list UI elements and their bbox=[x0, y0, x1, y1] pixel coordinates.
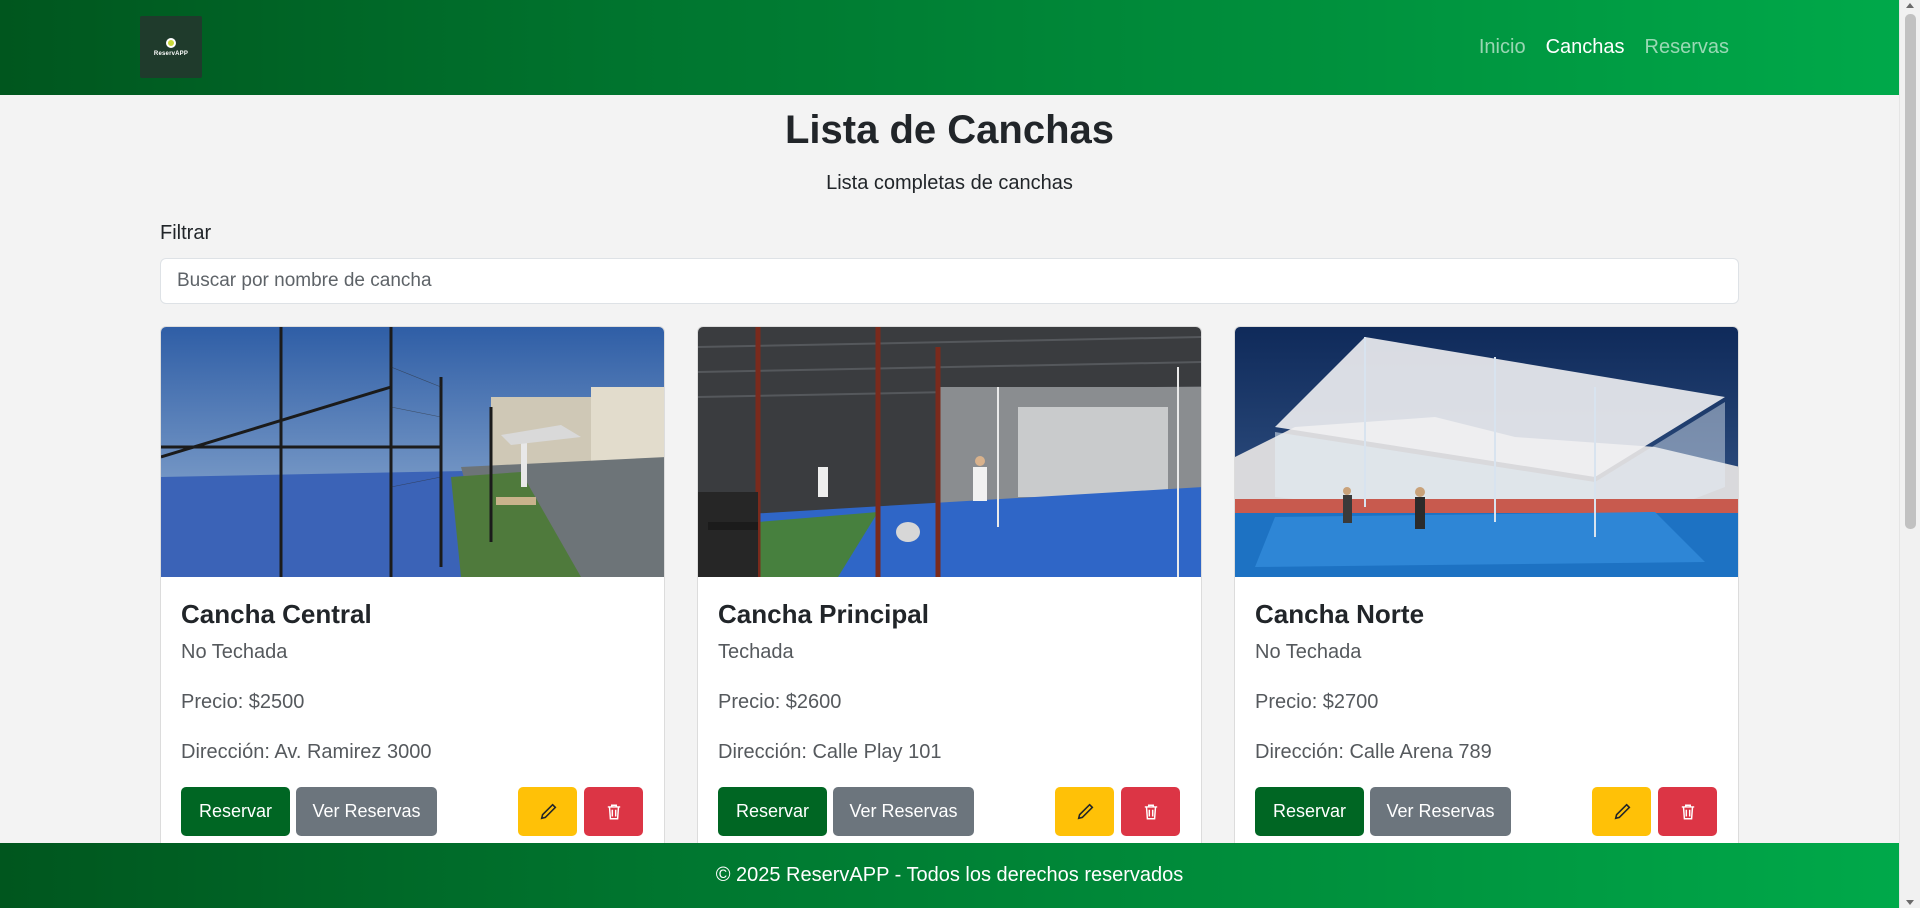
court-address: Dirección: Calle Arena 789 bbox=[1255, 741, 1492, 763]
court-price: Precio: $2700 bbox=[1255, 691, 1379, 713]
court-name: Cancha Norte bbox=[1255, 599, 1425, 629]
filter-label: Filtrar bbox=[160, 222, 212, 244]
tournament-padel-court-photo bbox=[1235, 327, 1738, 577]
reservar-button[interactable]: Reservar bbox=[1255, 787, 1364, 836]
trash-icon bbox=[1681, 804, 1694, 819]
court-name: Cancha Principal bbox=[718, 599, 929, 629]
nav-link-reservas[interactable]: Reservas bbox=[1645, 36, 1729, 59]
pencil-icon bbox=[540, 803, 556, 819]
court-card: Cancha Principal Techada Precio: $2600 D… bbox=[697, 326, 1202, 843]
delete-button[interactable] bbox=[1121, 787, 1180, 836]
ver-reservas-button[interactable]: Ver Reservas bbox=[1370, 787, 1511, 836]
court-price: Precio: $2600 bbox=[718, 691, 842, 713]
footer: © 2025 ReservAPP - Todos los derechos re… bbox=[0, 843, 1899, 908]
court-image bbox=[1235, 327, 1738, 577]
navbar: ReservAPP Inicio Canchas Reservas bbox=[0, 0, 1899, 95]
court-name: Cancha Central bbox=[181, 599, 372, 629]
outdoor-padel-court-photo bbox=[161, 327, 664, 577]
brand-logo[interactable]: ReservAPP bbox=[140, 16, 202, 78]
court-address: Dirección: Av. Ramirez 3000 bbox=[181, 741, 432, 763]
court-card: Cancha Norte No Techada Precio: $2700 Di… bbox=[1234, 326, 1739, 843]
search-input[interactable] bbox=[160, 258, 1739, 304]
scroll-up-arrow-icon[interactable] bbox=[1906, 3, 1914, 8]
nav-link-canchas[interactable]: Canchas bbox=[1546, 36, 1625, 59]
court-cards: Cancha Central No Techada Precio: $2500 … bbox=[160, 326, 1739, 843]
padel-ball-icon bbox=[166, 37, 176, 48]
nav-links: Inicio Canchas Reservas bbox=[1479, 36, 1729, 59]
court-image bbox=[161, 327, 664, 577]
court-price: Precio: $2500 bbox=[181, 691, 305, 713]
ver-reservas-button[interactable]: Ver Reservas bbox=[833, 787, 974, 836]
court-type: No Techada bbox=[181, 641, 288, 663]
delete-button[interactable] bbox=[1658, 787, 1717, 836]
court-card: Cancha Central No Techada Precio: $2500 … bbox=[160, 326, 665, 843]
logo-text: ReservAPP bbox=[153, 50, 189, 57]
edit-button[interactable] bbox=[1592, 787, 1651, 836]
court-address: Dirección: Calle Play 101 bbox=[718, 741, 942, 763]
trash-icon bbox=[1144, 804, 1157, 819]
court-image bbox=[698, 327, 1201, 577]
indoor-padel-court-photo bbox=[698, 327, 1201, 577]
pencil-icon bbox=[1077, 803, 1093, 819]
court-type: No Techada bbox=[1255, 641, 1362, 663]
edit-button[interactable] bbox=[518, 787, 577, 836]
page-title: Lista de Canchas bbox=[784, 108, 1114, 152]
pencil-icon bbox=[1614, 803, 1630, 819]
ver-reservas-button[interactable]: Ver Reservas bbox=[296, 787, 437, 836]
nav-link-inicio[interactable]: Inicio bbox=[1479, 36, 1526, 59]
edit-button[interactable] bbox=[1055, 787, 1114, 836]
page-subtitle: Lista completas de canchas bbox=[826, 172, 1073, 194]
footer-text: © 2025 ReservAPP - Todos los derechos re… bbox=[715, 864, 1184, 886]
trash-icon bbox=[607, 804, 620, 819]
reservar-button[interactable]: Reservar bbox=[718, 787, 827, 836]
delete-button[interactable] bbox=[584, 787, 643, 836]
page-scrollbar[interactable] bbox=[1899, 0, 1920, 908]
reservar-button[interactable]: Reservar bbox=[181, 787, 290, 836]
scroll-down-arrow-icon[interactable] bbox=[1906, 900, 1914, 905]
scroll-thumb[interactable] bbox=[1905, 14, 1916, 529]
court-type: Techada bbox=[718, 641, 794, 663]
